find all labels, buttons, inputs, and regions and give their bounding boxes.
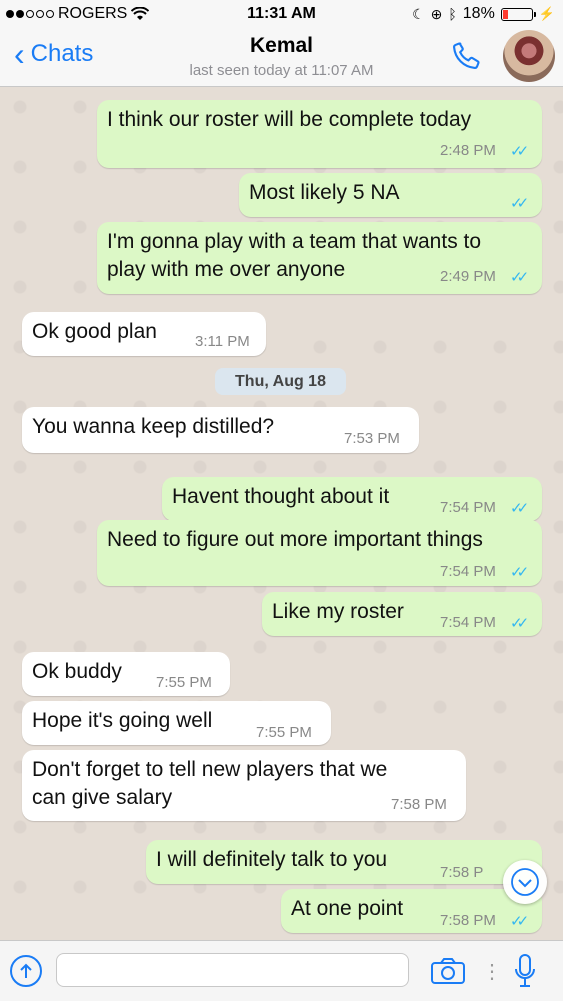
- message-text: You wanna keep distilled?: [32, 415, 275, 438]
- message-time: 7:55 PM: [156, 674, 212, 691]
- message-time: 7:53 PM: [344, 430, 400, 447]
- message-text: I think our roster will be complete toda…: [107, 108, 472, 131]
- outgoing-message[interactable]: I will definitely talk to you 7:58 P: [146, 840, 542, 884]
- message-text: Hope it's going well: [32, 709, 213, 732]
- read-receipt-icon: ✓✓: [510, 143, 529, 160]
- upload-button[interactable]: [10, 955, 42, 987]
- message-input[interactable]: [56, 953, 409, 987]
- phone-icon[interactable]: [450, 38, 484, 72]
- message-text: Ok good plan: [32, 320, 157, 343]
- read-receipt-icon: ✓✓: [510, 913, 529, 930]
- message-time: 7:58 PM: [391, 796, 447, 813]
- message-time: 7:54 PM: [440, 614, 496, 631]
- read-receipt-icon: ✓✓: [510, 564, 529, 581]
- outgoing-message[interactable]: I'm gonna play with a team that wants to…: [97, 222, 542, 294]
- message-list[interactable]: Thu, Aug 18 I think our roster will be c…: [0, 87, 563, 940]
- outgoing-message[interactable]: Need to figure out more important things…: [97, 520, 542, 586]
- charging-icon: ⚡: [538, 6, 555, 21]
- message-text: I'm gonna play with a team that wants to…: [107, 230, 482, 281]
- status-bar: ROGERS 11:31 AM ☾ ⊕ ᛒ 18% ⚡: [0, 0, 563, 28]
- scroll-down-button[interactable]: [503, 860, 547, 904]
- arrow-up-icon: [20, 963, 32, 978]
- incoming-message[interactable]: Hope it's going well 7:55 PM: [22, 701, 331, 745]
- message-text: Ok buddy: [32, 660, 122, 683]
- outgoing-message[interactable]: Havent thought about it 7:54 PM ✓✓: [162, 477, 542, 521]
- message-text: Don't forget to tell new players that we…: [32, 758, 388, 809]
- chevron-down-icon: [511, 868, 539, 896]
- bluetooth-icon: ᛒ: [448, 6, 457, 22]
- read-receipt-icon: ✓✓: [510, 615, 529, 632]
- message-text: I will definitely talk to you: [156, 848, 388, 871]
- incoming-message[interactable]: You wanna keep distilled? 7:53 PM: [22, 407, 419, 453]
- message-time: 2:49 PM: [440, 268, 496, 285]
- composer-bar: ⋮: [0, 940, 563, 1001]
- read-receipt-icon: ✓✓: [510, 269, 529, 286]
- incoming-message[interactable]: Don't forget to tell new players that we…: [22, 750, 466, 821]
- message-time: 3:11 PM: [195, 333, 250, 350]
- outgoing-message[interactable]: Like my roster 7:54 PM ✓✓: [262, 592, 542, 636]
- battery-percent: 18%: [462, 5, 495, 22]
- battery-icon: [500, 7, 536, 21]
- message-time: 7:58 P: [440, 864, 484, 881]
- incoming-message[interactable]: Ok good plan 3:11 PM: [22, 312, 266, 356]
- message-text: Need to figure out more important things: [107, 528, 483, 551]
- message-time: 7:54 PM: [440, 563, 496, 580]
- read-receipt-icon: ✓✓: [510, 195, 529, 212]
- avatar[interactable]: [503, 30, 555, 82]
- outgoing-message[interactable]: Most likely 5 NA2:48 PM✓✓: [239, 173, 542, 217]
- message-time: 7:58 PM: [440, 912, 496, 929]
- microphone-icon[interactable]: [512, 953, 538, 989]
- message-text: At one point: [291, 897, 404, 920]
- message-time: 7:54 PM: [440, 499, 496, 516]
- message-text: Like my roster: [272, 600, 404, 623]
- read-receipt-icon: ✓✓: [510, 500, 529, 517]
- message-time: 7:55 PM: [256, 724, 312, 741]
- chat-header: ‹ Chats Kemal last seen today at 11:07 A…: [0, 28, 563, 87]
- more-dots-icon: ⋮: [482, 961, 502, 983]
- camera-icon[interactable]: [430, 957, 466, 985]
- moon-icon: ☾: [412, 5, 425, 22]
- message-time: 2:48 PM: [440, 142, 496, 159]
- rotation-lock-icon: ⊕: [430, 5, 443, 22]
- message-text: Havent thought about it: [172, 485, 390, 508]
- date-separator: Thu, Aug 18: [215, 368, 346, 395]
- message-text: Most likely 5 NA: [249, 181, 400, 204]
- incoming-message[interactable]: Ok buddy 7:55 PM: [22, 652, 230, 696]
- outgoing-message[interactable]: I think our roster will be complete toda…: [97, 100, 542, 168]
